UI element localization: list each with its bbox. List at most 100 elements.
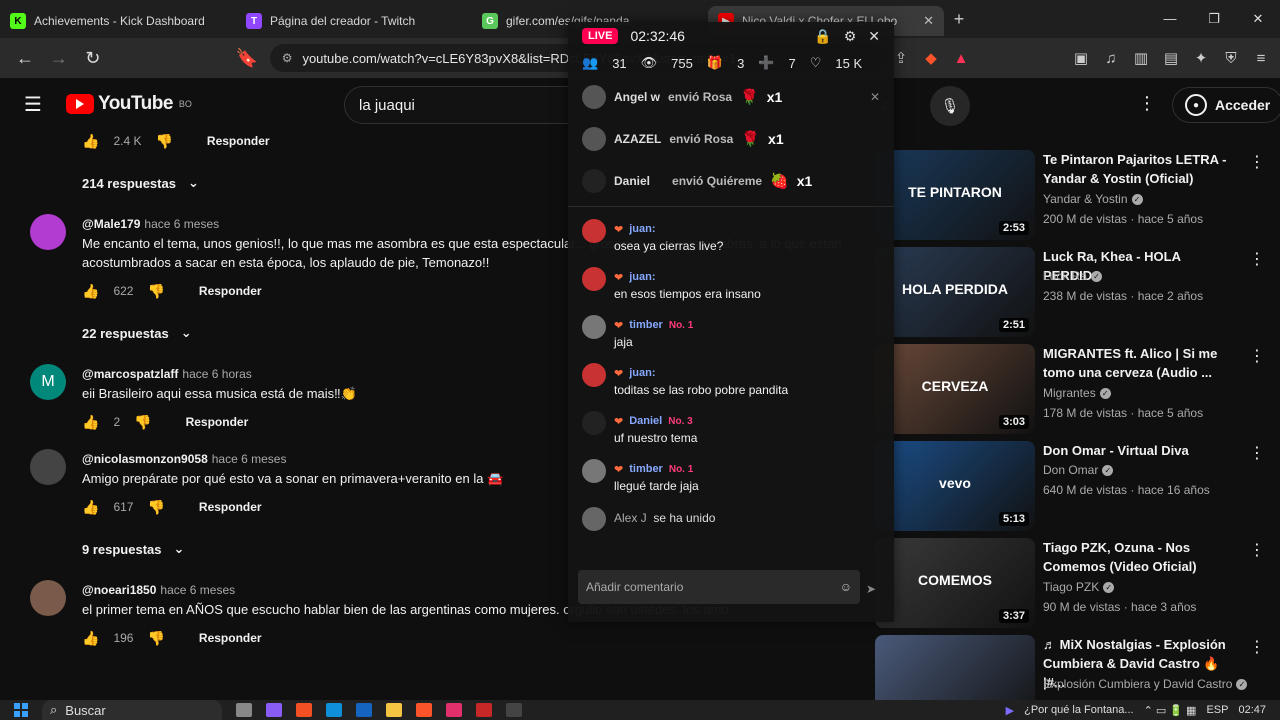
lock-icon[interactable]: 🔒 <box>814 28 831 45</box>
like-icon[interactable]: 👍 <box>82 414 99 431</box>
extensions-icon[interactable]: ✦ <box>1192 49 1210 67</box>
clock[interactable]: 02:47 <box>1238 704 1266 716</box>
more-options-icon[interactable]: ⋮ <box>1249 346 1265 366</box>
recommended-video[interactable]: vevo 5:13 Don Omar - Virtual Diva Don Om… <box>875 441 1265 538</box>
microphone-icon[interactable]: 🎙 <box>930 86 970 126</box>
copilot-icon[interactable] <box>266 703 282 717</box>
outlook-icon[interactable] <box>356 703 372 717</box>
more-options-icon[interactable]: ⋮ <box>1249 540 1265 560</box>
comment-time[interactable]: hace 6 meses <box>144 217 219 231</box>
restore-icon[interactable]: ❐ <box>1192 11 1236 27</box>
close-icon[interactable]: ✕ <box>868 28 880 45</box>
chat-user[interactable]: ❤ timber No. 1 <box>614 315 894 335</box>
avatar[interactable] <box>30 214 66 250</box>
settings-icon[interactable]: ⚙ <box>844 28 857 45</box>
bookmark-icon[interactable]: 🔖 <box>232 43 262 73</box>
chat-user[interactable]: ❤ juan: <box>614 219 894 239</box>
like-icon[interactable]: 👍 <box>82 499 99 516</box>
youtube-logo[interactable]: YouTube BO <box>65 93 192 115</box>
avatar[interactable] <box>582 267 606 291</box>
comment-author[interactable]: @marcospatzlaff <box>82 367 178 381</box>
music-icon[interactable]: ♫ <box>1102 49 1120 67</box>
comment-time[interactable]: hace 6 horas <box>182 367 251 381</box>
minimize-icon[interactable]: — <box>1148 11 1192 27</box>
recommended-video[interactable]: TE PINTARON 2:53 Te Pintaron Pajaritos L… <box>875 150 1265 247</box>
dismiss-icon[interactable]: ✕ <box>870 90 880 104</box>
avatar[interactable] <box>30 449 66 485</box>
reply-button[interactable]: Responder <box>207 134 270 148</box>
store-icon[interactable] <box>296 703 312 717</box>
video-thumbnail[interactable]: HOLA PERDIDA 2:51 <box>875 247 1035 337</box>
recommended-video[interactable]: HOLA PERDIDA 2:51 Luck Ra, Khea - HOLA P… <box>875 247 1265 344</box>
avatar[interactable] <box>582 315 606 339</box>
obs-icon[interactable] <box>506 703 522 717</box>
chat-user[interactable]: ❤ juan: <box>614 267 894 287</box>
avatar[interactable]: M <box>30 364 66 400</box>
more-options-icon[interactable]: ⋮ <box>1249 443 1265 463</box>
dislike-icon[interactable]: 👎 <box>134 414 151 431</box>
windows-start-icon[interactable] <box>14 703 28 717</box>
comment-time[interactable]: hace 6 meses <box>160 583 235 597</box>
vpn-icon[interactable]: ⛨ <box>1222 49 1240 67</box>
chat-user[interactable]: ❤ juan: <box>614 363 894 383</box>
taskbar-search[interactable]: ⌕ Buscar <box>42 700 222 720</box>
more-options-icon[interactable]: ⋮ <box>1249 249 1265 269</box>
dislike-icon[interactable]: 👎 <box>155 133 172 150</box>
recommended-video[interactable]: CERVEZA 3:03 MIGRANTES ft. Alico | Si me… <box>875 344 1265 441</box>
back-icon[interactable]: ← <box>10 43 40 73</box>
channel-name[interactable]: Explosión Cumbiera y David Castro ✓ <box>1043 677 1248 691</box>
hamburger-menu-icon[interactable]: ☰ <box>24 92 42 117</box>
recommended-video[interactable]: COMEMOS 3:37 Tiago PZK, Ozuna - Nos Come… <box>875 538 1265 635</box>
comment-author[interactable]: @Male179 <box>82 217 140 231</box>
chat-user[interactable]: ❤ timber No. 1 <box>614 459 894 479</box>
channel-name[interactable]: Luck Ra ✓ <box>1043 269 1103 283</box>
media-icon[interactable]: ▶ <box>1006 704 1014 717</box>
reply-button[interactable]: Responder <box>199 631 262 645</box>
avatar[interactable] <box>582 363 606 387</box>
explorer-icon[interactable] <box>386 703 402 717</box>
more-options-icon[interactable]: ⋮ <box>1138 93 1156 114</box>
like-icon[interactable]: 👍 <box>82 630 99 647</box>
video-title[interactable]: Tiago PZK, Ozuna - Nos Comemos (Video Of… <box>1043 538 1233 576</box>
browser-menu-icon[interactable]: ≡ <box>1252 49 1270 67</box>
wallet-icon[interactable]: ▤ <box>1162 49 1180 67</box>
channel-name[interactable]: Tiago PZK ✓ <box>1043 580 1115 594</box>
dislike-icon[interactable]: 👎 <box>147 499 164 516</box>
chat-comment-input[interactable]: Añadir comentario ☺ <box>578 570 860 604</box>
more-options-icon[interactable]: ⋮ <box>1249 152 1265 172</box>
comment-author[interactable]: @noeari1850 <box>82 583 156 597</box>
video-thumbnail[interactable]: vevo 5:13 <box>875 441 1035 531</box>
dislike-icon[interactable]: 👎 <box>147 283 164 300</box>
video-thumbnail[interactable]: COMEMOS 3:37 <box>875 538 1035 628</box>
reader-icon[interactable]: ▣ <box>1072 49 1090 67</box>
brave-rewards-icon[interactable]: ▲ <box>952 49 970 67</box>
now-playing[interactable]: ¿Por qué la Fontana... <box>1024 704 1133 716</box>
sidebar-icon[interactable]: ▥ <box>1132 49 1150 67</box>
share-icon[interactable]: ⇪ <box>892 49 910 67</box>
reply-button[interactable]: Responder <box>199 500 262 514</box>
keyboard-language[interactable]: ESP <box>1206 704 1228 716</box>
reply-button[interactable]: Responder <box>186 415 249 429</box>
like-icon[interactable]: 👍 <box>82 283 99 300</box>
reload-icon[interactable]: ↻ <box>78 43 108 73</box>
video-thumbnail[interactable]: CERVEZA 3:03 <box>875 344 1035 434</box>
video-title[interactable]: Don Omar - Virtual Diva <box>1043 441 1233 460</box>
reply-button[interactable]: Responder <box>199 284 262 298</box>
browser-tab[interactable]: T Página del creador - Twitch <box>236 6 472 36</box>
tray-icons[interactable]: ⌃ ▭ 🔋 ▦ <box>1144 704 1197 717</box>
like-icon[interactable]: 👍 <box>82 133 99 150</box>
edge-icon[interactable] <box>326 703 342 717</box>
avatar[interactable] <box>582 219 606 243</box>
send-icon[interactable]: ➤ <box>866 582 876 596</box>
browser-tab[interactable]: K Achievements - Kick Dashboard <box>0 6 236 36</box>
avatar[interactable] <box>30 580 66 616</box>
video-title[interactable]: MIGRANTES ft. Alico | Si me tomo una cer… <box>1043 344 1233 382</box>
comment-time[interactable]: hace 6 meses <box>212 452 287 466</box>
emoji-icon[interactable]: ☺ <box>840 580 852 594</box>
forward-icon[interactable]: → <box>44 43 74 73</box>
channel-name[interactable]: Migrantes ✓ <box>1043 386 1111 400</box>
app-icon[interactable] <box>476 703 492 717</box>
chat-user[interactable]: ❤ Daniel No. 3 <box>614 411 894 431</box>
channel-name[interactable]: Yandar & Yostin ✓ <box>1043 192 1143 206</box>
more-options-icon[interactable]: ⋮ <box>1249 637 1265 657</box>
